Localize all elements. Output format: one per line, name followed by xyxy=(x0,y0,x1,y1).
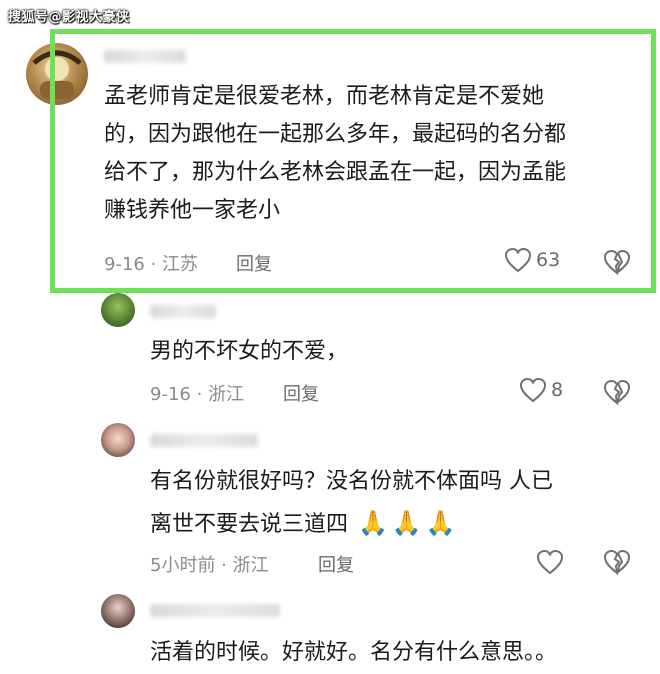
like-button[interactable] xyxy=(536,549,564,575)
comment-text-line-with-emoji: 离世不要去说三道四 🙏🙏🙏 xyxy=(150,505,460,543)
username-blurred[interactable] xyxy=(150,305,216,318)
pray-emoji-icons: 🙏🙏🙏 xyxy=(358,509,460,537)
dislike-broken-heart-icon[interactable] xyxy=(603,379,631,405)
heart-icon xyxy=(536,549,564,575)
comment-meta: 5小时前 · 浙江 xyxy=(150,555,269,576)
comment-text-line: 男的不坏女的不爱， xyxy=(150,339,349,364)
comment-item: 孟老师肯定是很爱老林，而老林肯定是不爱她 的，因为跟他在一起那么多年，最起码的名… xyxy=(0,0,660,290)
comment-text-line: 给不了，那为什么老林会跟孟在一起，因为孟能 xyxy=(104,160,567,185)
reply-button[interactable]: 回复 xyxy=(318,551,354,577)
reply-button[interactable]: 回复 xyxy=(283,380,319,406)
username-blurred[interactable] xyxy=(150,604,280,617)
avatar[interactable] xyxy=(101,293,135,327)
comment-text-line: 有名份就很好吗？没名份就不体面吗 人已 xyxy=(150,469,553,494)
like-button[interactable]: 8 xyxy=(519,377,563,403)
comment-text-line: 孟老师肯定是很爱老林，而老林肯定是不爱她 xyxy=(104,84,545,109)
username-blurred[interactable] xyxy=(150,434,258,447)
reply-button[interactable]: 回复 xyxy=(236,250,272,276)
comment-text-line: 赚钱养他一家老小 xyxy=(104,198,281,223)
like-count: 8 xyxy=(551,379,564,401)
dislike-broken-heart-icon[interactable] xyxy=(603,549,631,575)
avatar[interactable] xyxy=(101,594,135,628)
avatar[interactable] xyxy=(26,43,88,105)
like-count: 63 xyxy=(536,249,561,271)
heart-icon xyxy=(504,247,532,273)
comment-text-segment: 离世不要去说三道四 xyxy=(150,512,349,537)
username-blurred[interactable] xyxy=(104,50,186,63)
like-button[interactable]: 63 xyxy=(504,247,560,273)
avatar[interactable] xyxy=(101,423,135,457)
comment-text-line: 活着的时候。好就好。名分有什么意思。。 xyxy=(150,640,558,665)
dislike-broken-heart-icon[interactable] xyxy=(603,249,631,275)
comment-meta: 9-16 · 江苏 xyxy=(104,254,199,275)
comment-text-line: 的，因为跟他在一起那么多年，最起码的名分都 xyxy=(104,122,567,147)
heart-icon xyxy=(519,377,547,403)
comment-meta: 9-16 · 浙江 xyxy=(150,384,245,405)
avatar-image-icon xyxy=(32,50,82,99)
